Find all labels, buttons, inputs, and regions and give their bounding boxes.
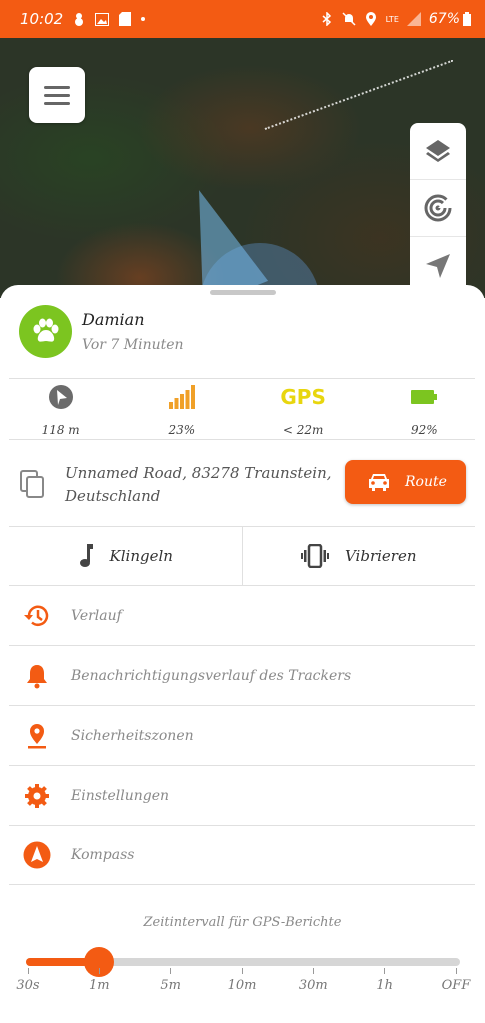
slider-tick[interactable]: 30m xyxy=(288,968,338,993)
slider-tick[interactable]: 30s xyxy=(3,968,53,993)
gear-icon xyxy=(25,783,49,808)
tracker-menu: Verlauf Benachrichtigungsverlauf des Tra… xyxy=(9,585,475,885)
snowman-icon xyxy=(72,12,86,26)
tracker-actions: Klingeln Vibrieren xyxy=(9,527,475,585)
slider-tick[interactable]: 10m xyxy=(217,968,267,993)
mute-icon xyxy=(342,12,356,26)
signal-bars-icon xyxy=(168,385,195,409)
tick-label: OFF xyxy=(441,978,471,993)
map-pin-icon xyxy=(28,723,46,748)
play-direction-icon xyxy=(48,385,73,409)
bell-icon xyxy=(27,664,47,688)
menu-item-label: Einstellungen xyxy=(71,787,170,804)
copy-address-button[interactable] xyxy=(20,470,46,502)
menu-item-label: Kompass xyxy=(71,847,135,863)
sheet-handle[interactable] xyxy=(210,290,276,295)
stat-gps-value: < 22m xyxy=(282,423,324,437)
menu-item-history[interactable]: Verlauf xyxy=(9,585,475,645)
tick-label: 30m xyxy=(298,978,328,993)
tracker-stats: 118 m 23% GPS < 22m 92% xyxy=(0,382,485,442)
tick-mark xyxy=(384,968,386,974)
tick-label: 30s xyxy=(16,978,40,993)
layers-icon xyxy=(426,140,450,162)
menu-item-label: Sicherheitszonen xyxy=(71,727,194,744)
menu-item-label: Verlauf xyxy=(71,607,122,624)
tracker-header[interactable]: Damian Vor 7 Minuten xyxy=(19,305,184,358)
map-tools xyxy=(410,123,466,298)
slider-tick[interactable]: OFF xyxy=(431,968,481,993)
layers-button[interactable] xyxy=(410,123,466,180)
signal-icon xyxy=(406,12,421,26)
tracker-address: Unnamed Road, 83278 Traunstein, Deutschl… xyxy=(65,464,332,505)
bluetooth-icon xyxy=(320,12,334,26)
ring-button[interactable]: Klingeln xyxy=(9,527,243,585)
battery-icon xyxy=(411,390,438,404)
copy-icon xyxy=(20,470,44,498)
menu-item-safety-zones[interactable]: Sicherheitszonen xyxy=(9,705,475,765)
notification-dot xyxy=(141,17,146,21)
sd-card-icon xyxy=(118,12,132,26)
car-icon xyxy=(369,474,389,491)
tracker-sheet: Damian Vor 7 Minuten 118 m 23% GPS < 22m… xyxy=(0,285,485,1023)
gps-interval-ticks: 30s 1m 5m 10m 30m 1h OFF xyxy=(0,968,485,1008)
stat-signal: 23% xyxy=(121,382,242,442)
tick-label: 1m xyxy=(89,978,110,993)
radar-icon xyxy=(424,194,453,222)
tick-mark xyxy=(170,968,172,974)
tracker-name: Damian xyxy=(82,310,145,329)
tick-mark xyxy=(241,968,243,974)
battery-icon xyxy=(463,12,471,26)
status-bar: 10:02 LTE 67% xyxy=(0,0,485,38)
stat-distance: 118 m xyxy=(0,382,121,442)
divider xyxy=(9,439,475,440)
image-icon xyxy=(95,12,110,26)
stat-gps: GPS < 22m xyxy=(243,382,364,442)
slider-tick[interactable]: 1m xyxy=(74,968,124,993)
menu-item-label: Benachrichtigungsverlauf des Trackers xyxy=(71,667,352,684)
radar-button[interactable] xyxy=(410,180,466,237)
tick-mark xyxy=(455,968,457,974)
route-button[interactable]: Route xyxy=(345,460,466,504)
last-seen: Vor 7 Minuten xyxy=(82,337,184,353)
stat-battery-value: 92% xyxy=(411,423,438,437)
paw-icon xyxy=(33,318,58,342)
tick-label: 5m xyxy=(160,978,181,993)
hamburger-icon xyxy=(44,85,70,89)
battery-percent: 67% xyxy=(428,11,460,27)
gps-label: GPS xyxy=(280,385,326,409)
stat-battery: 92% xyxy=(364,382,485,442)
menu-button[interactable] xyxy=(29,67,85,123)
divider xyxy=(9,378,475,379)
heading-beam xyxy=(161,178,269,298)
tick-label: 1h xyxy=(376,978,393,993)
stat-distance-value: 118 m xyxy=(41,423,80,437)
slider-tick[interactable]: 5m xyxy=(146,968,196,993)
vibrate-icon xyxy=(300,544,329,568)
battery-status: 67% xyxy=(429,11,471,27)
navigation-arrow-icon xyxy=(426,253,450,278)
vibrate-button[interactable]: Vibrieren xyxy=(243,527,476,585)
slider-tick[interactable]: 1h xyxy=(360,968,410,993)
avatar xyxy=(19,305,72,358)
menu-item-notification-history[interactable]: Benachrichtigungsverlauf des Trackers xyxy=(9,645,475,705)
network-type: LTE xyxy=(385,14,399,24)
route-label: Route xyxy=(405,474,447,490)
compass-icon xyxy=(23,841,51,869)
ring-label: Klingeln xyxy=(109,547,173,565)
menu-item-settings[interactable]: Einstellungen xyxy=(9,765,475,825)
status-time: 10:02 xyxy=(20,10,64,28)
location-icon xyxy=(364,12,378,26)
music-note-icon xyxy=(79,544,93,567)
gps-interval-title: Zeitintervall für GPS-Berichte xyxy=(143,915,342,930)
track-line xyxy=(264,59,454,130)
tick-label: 10m xyxy=(227,978,257,993)
stat-signal-value: 23% xyxy=(168,423,196,437)
tick-mark xyxy=(27,968,29,974)
tick-mark xyxy=(312,968,314,974)
history-icon xyxy=(24,605,49,626)
address-row: Unnamed Road, 83278 Traunstein, Deutschl… xyxy=(0,460,485,510)
menu-item-compass[interactable]: Kompass xyxy=(9,825,475,885)
vibrate-label: Vibrieren xyxy=(344,547,417,565)
tick-mark xyxy=(98,968,100,974)
